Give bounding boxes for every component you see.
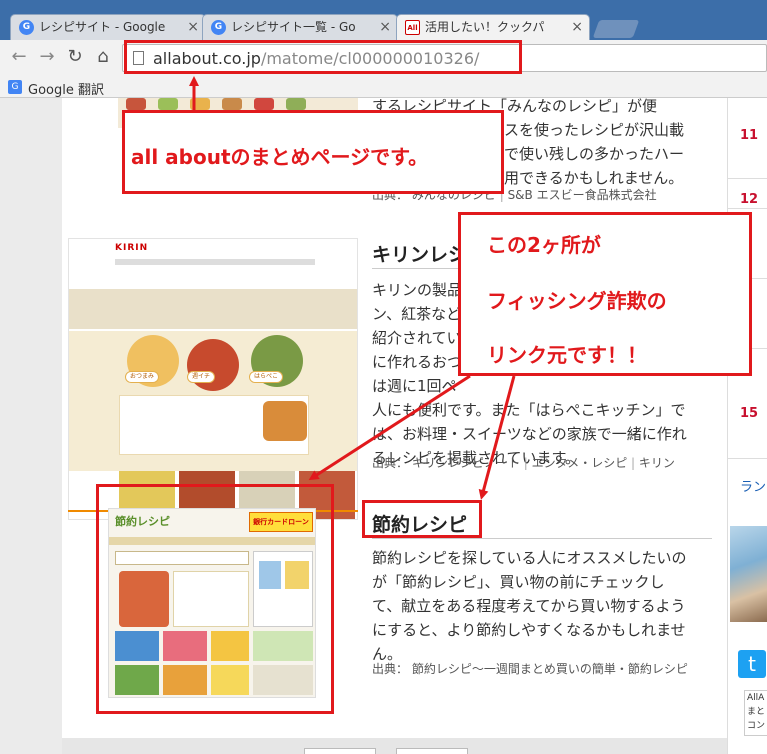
google-favicon-icon: G [211,20,226,35]
annotation-text-2b: フィッシング詐欺の [487,289,667,313]
item3-description: 節約レシピを探している人にオススメしたいの が「節約レシピ」、買い物の前にチェッ… [372,546,717,666]
item2-line: は、お料理・スイーツなどの家族で一緒に作れ [372,425,687,443]
home-icon[interactable]: ⌂ [92,46,114,68]
close-tab-icon[interactable]: × [187,15,199,39]
item3-line: にすると、より節約しやすくなるかもしれませ [372,621,686,639]
item3-line: が「節約レシピ」、買い物の前にチェックし [372,573,665,591]
bookmark-label: Google 翻訳 [28,83,104,98]
right-sidebar: 11 12 15 ラン t AllAまとコン [727,98,767,754]
tab-allabout-active[interactable]: All 活用したい！クックパ × [396,14,590,40]
item2-line: は週に1回ペ [372,377,457,395]
item3-line: 節約レシピを探している人にオススメしたいの [372,549,687,567]
forward-arrow-icon[interactable]: → [36,46,58,68]
annotation-allabout-callout: all aboutのまとめページです。 [122,110,504,194]
new-tab-button[interactable] [592,20,640,38]
url-highlight-box [124,40,522,74]
back-arrow-icon[interactable]: ← [8,46,30,68]
item2-line: 人にも便利です。また「はらぺこキッチン」で [372,401,686,419]
sidebar-ad[interactable]: AllAまとコン [744,690,767,736]
item3-heading-rule [372,538,712,539]
browser-tab-bar: G レシピサイト - Google × G レシピサイト一覧 - Go × Al… [0,0,767,40]
item2-source: 出典： キリンレシピノート | エンタメ・レシピ | キリン [372,456,675,470]
ranking-link[interactable]: ラン [740,476,766,495]
item3-line: て、献立をある程度考えてから買い物するよう [372,597,686,615]
source-link-setsuyaku-recipe[interactable]: 節約レシピ～一週間まとめ買いの簡単・節約レシピ [412,662,688,676]
source-link-kirin-recipe-note[interactable]: キリンレシピノート [412,456,520,470]
annotation-text-2a: この2ヶ所が [487,233,601,257]
thumbnail-highlight-box [96,484,334,714]
bookmark-google-translate[interactable]: G Google 翻訳 [8,79,104,98]
bookmarks-bar: G Google 翻訳 [0,76,767,98]
tab-title: 活用したい！クックパ [425,20,545,34]
ranking-number: 11 [740,128,759,143]
bottom-pager-bar [62,738,727,754]
source-link-kirin[interactable]: キリン [639,456,675,470]
google-translate-icon: G [8,80,22,94]
twitter-icon[interactable]: t [738,650,766,678]
item2-heading[interactable]: キリンレシ [372,240,467,267]
kirin-header-band [69,289,357,329]
ranking-number: 15 [740,406,759,421]
sidebar-photo[interactable] [730,526,767,622]
heading-highlight-box [362,500,482,538]
kirin-recipe-thumbnail[interactable]: KIRIN おつまみ 週イチ はらぺこ [68,238,358,520]
close-tab-icon[interactable]: × [379,15,391,39]
tab-recipe-site-list-google[interactable]: G レシピサイト一覧 - Go × [202,14,398,40]
reload-icon[interactable]: ↻ [64,46,86,68]
annotation-text-2c: リンク元です！！ [487,343,647,367]
pager-button[interactable] [304,748,376,754]
google-favicon-icon: G [19,20,34,35]
tab-recipe-site-google[interactable]: G レシピサイト - Google × [10,14,206,40]
allabout-favicon-icon: All [405,20,420,35]
close-tab-icon[interactable]: × [571,15,583,39]
tab-title: レシピサイト一覧 - Go [231,20,356,34]
source-label: 出典： [372,662,409,676]
source-label: 出典： [372,456,409,470]
annotation-phishing-callout: この2ヶ所が フィッシング詐欺の リンク元です！！ [458,212,752,376]
left-margin [0,98,62,754]
source-link-sb-foods[interactable]: S&B エスビー食品株式会社 [508,188,657,202]
source-link-entame-recipe[interactable]: エンタメ・レシピ [532,456,628,470]
annotation-text-1: all aboutのまとめページです。 [131,145,429,169]
kirin-logo: KIRIN [115,243,149,253]
item3-source: 出典： 節約レシピ～一週間まとめ買いの簡単・節約レシピ [372,660,688,677]
pager-button[interactable] [396,748,468,754]
ranking-number: 12 [740,192,759,207]
tab-title: レシピサイト - Google [39,20,166,34]
